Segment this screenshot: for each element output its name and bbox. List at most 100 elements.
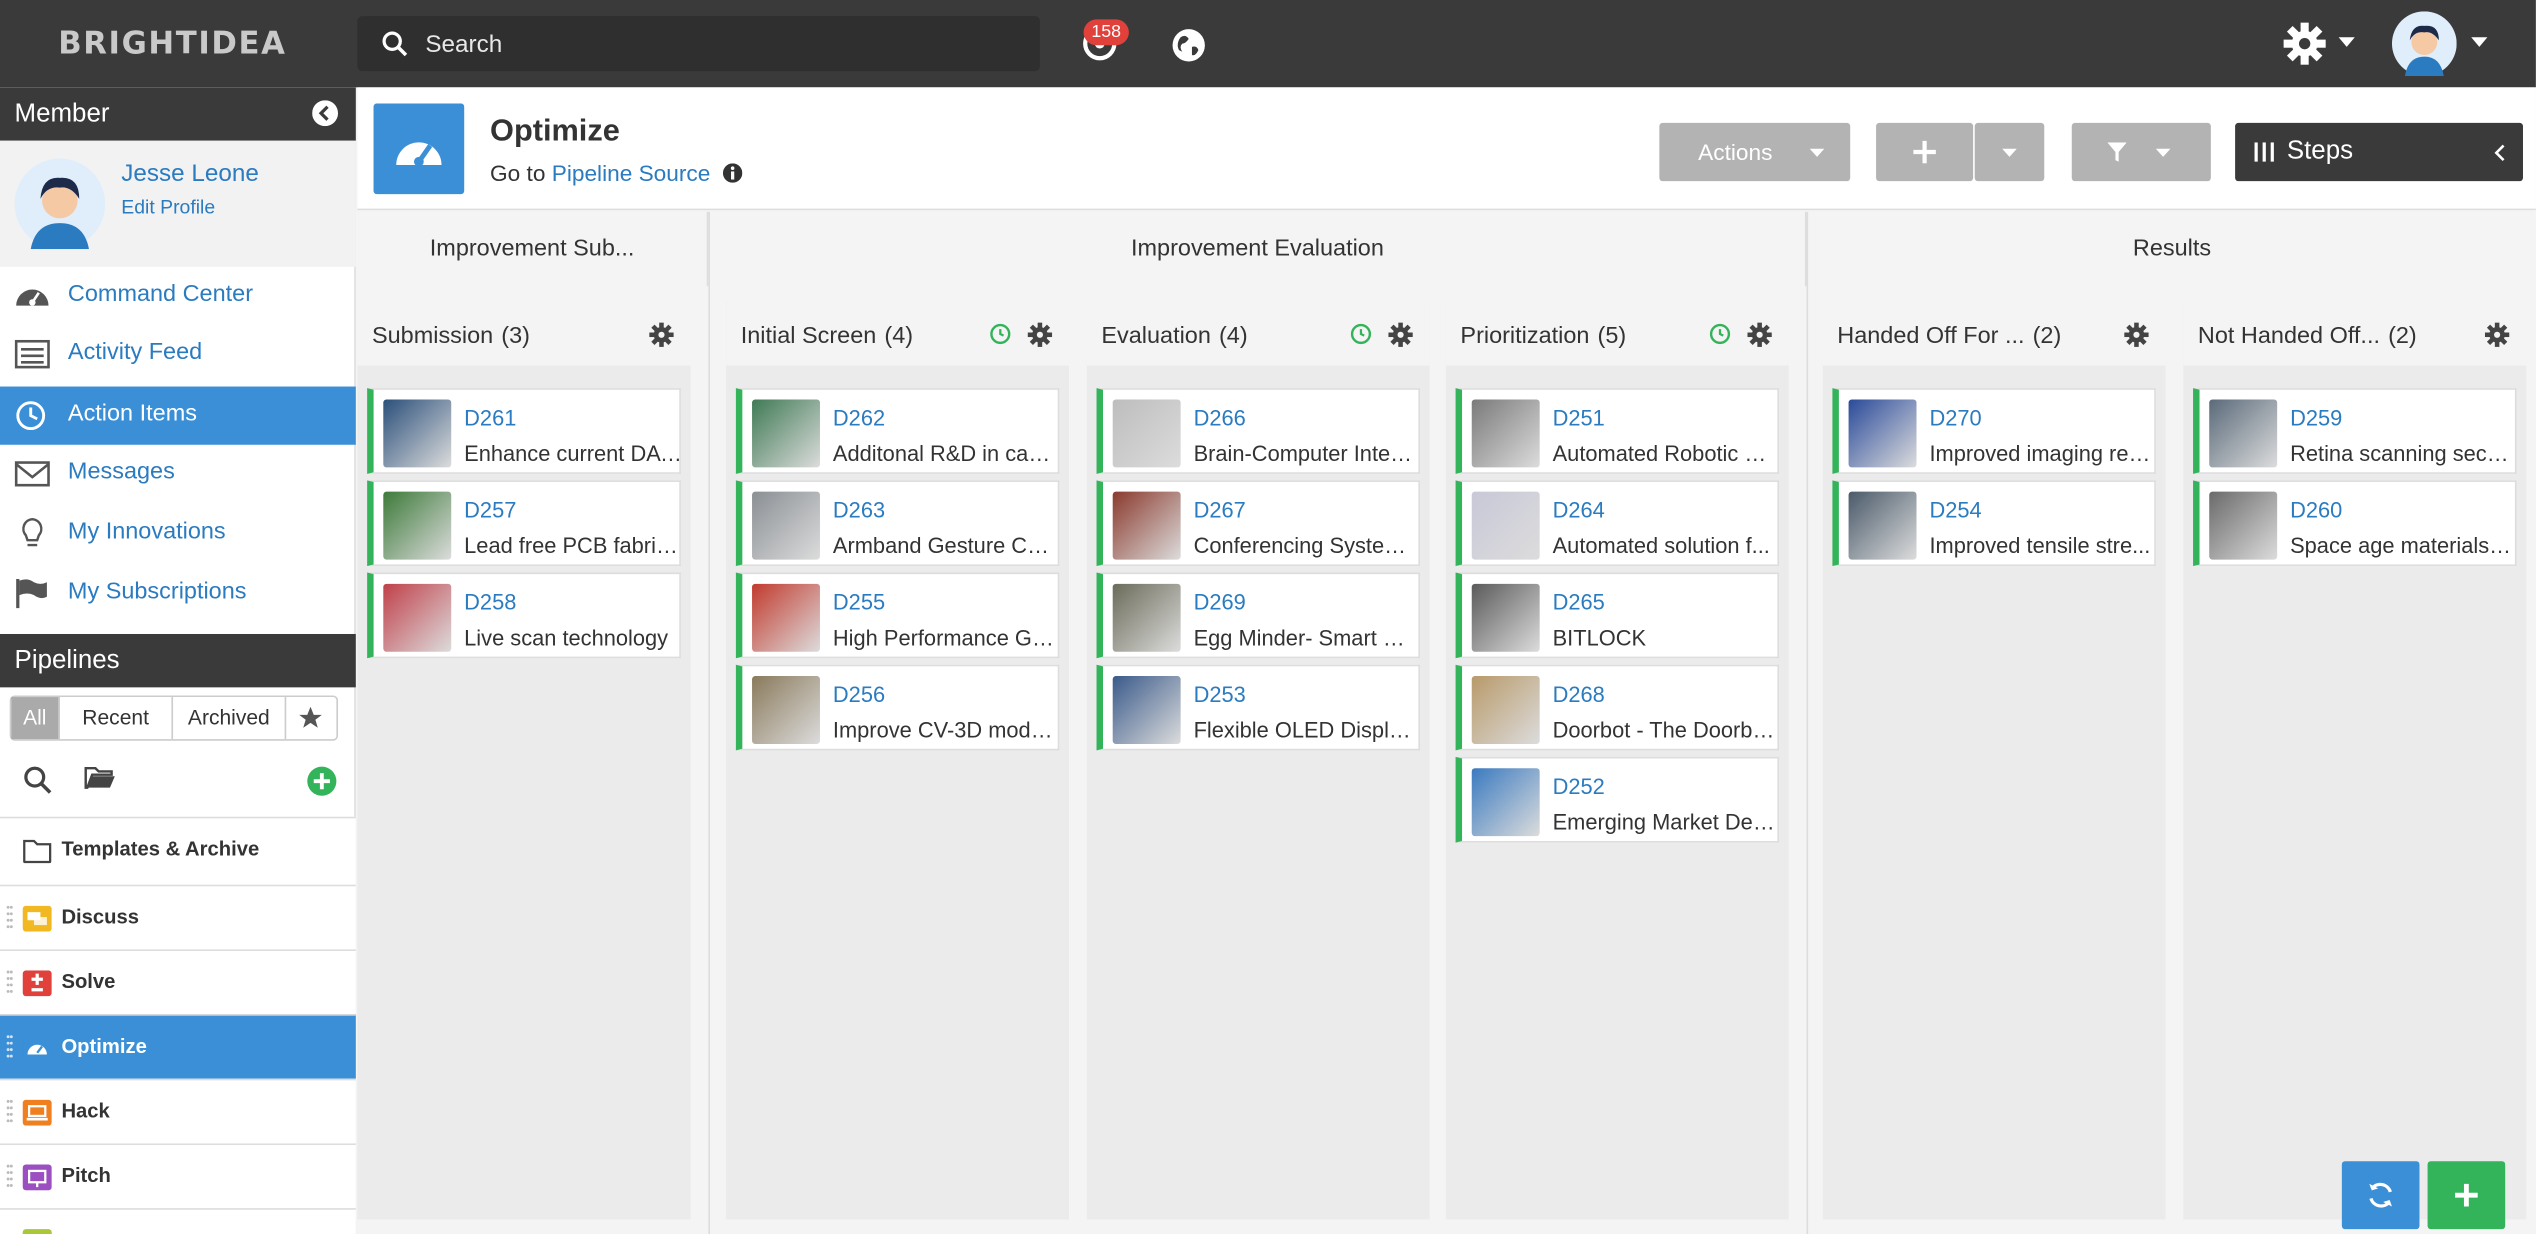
drag-handle-icon[interactable] (6, 904, 13, 933)
idea-card[interactable]: D255 High Performance GP... (735, 572, 1060, 659)
idea-card[interactable]: D257 Lead free PCB fabricat... (367, 480, 687, 567)
brightidea-logo[interactable]: BRIGHTIDEA (58, 26, 286, 62)
idea-card[interactable]: D264 Automated solution f... (1455, 480, 1780, 567)
refresh-button[interactable] (2341, 1161, 2420, 1230)
idea-card[interactable]: D269 Egg Minder- Smart Eg... (1096, 572, 1420, 659)
idea-code-link[interactable]: D261 (464, 406, 516, 430)
profile-avatar[interactable] (14, 158, 106, 250)
idea-code-link[interactable]: D254 (1929, 498, 1981, 522)
idea-card[interactable]: D267 Conferencing System ... (1096, 480, 1420, 567)
idea-code-link[interactable]: D267 (1194, 498, 1246, 522)
search-pipelines-icon[interactable] (23, 765, 52, 794)
pipeline-source-link[interactable]: Pipeline Source (552, 160, 711, 186)
idea-card[interactable]: D254 Improved tensile stre... (1832, 480, 2156, 567)
stage-timer-clock-icon[interactable] (1709, 323, 1731, 345)
idea-code-link[interactable]: D270 (1929, 406, 1981, 430)
idea-code-link[interactable]: D262 (833, 406, 885, 430)
idea-code-link[interactable]: D256 (833, 683, 885, 707)
search-input[interactable] (425, 25, 1024, 62)
pipeline-solve[interactable]: Solve (0, 949, 356, 1015)
idea-code-link[interactable]: D264 (1553, 498, 1605, 522)
column-settings-gear-icon[interactable] (649, 322, 675, 348)
idea-thumbnail (1112, 583, 1181, 652)
idea-card[interactable]: D258 Live scan technology (367, 572, 681, 659)
idea-card[interactable]: D253 Flexible OLED Displays (1096, 664, 1420, 751)
pipeline-column: Initial Screen (4) D262 Additonal R&D in ca… (726, 300, 1070, 1220)
idea-code-link[interactable]: D265 (1553, 590, 1605, 614)
add-idea-button[interactable] (2427, 1161, 2506, 1230)
pipeline-hack[interactable]: Hack (0, 1078, 356, 1144)
search-box[interactable] (357, 16, 1040, 72)
column-count: (4) (884, 323, 914, 350)
nav-my-innovations[interactable]: My Innovations (0, 505, 356, 563)
nav-my-subscriptions[interactable]: My Subscriptions (0, 564, 356, 622)
idea-card[interactable]: D256 Improve CV-3D model... (735, 664, 1060, 751)
pipeline-pitch[interactable]: Pitch (0, 1143, 356, 1209)
idea-code-link[interactable]: D263 (833, 498, 885, 522)
pipeline-next-partial[interactable] (0, 1208, 356, 1234)
stage-timer-clock-icon[interactable] (1350, 323, 1372, 345)
idea-code-link[interactable]: D251 (1553, 406, 1605, 430)
idea-code-link[interactable]: D269 (1194, 590, 1246, 614)
add-pipeline-icon[interactable] (306, 765, 338, 797)
pipeline-optimize[interactable]: Optimize (0, 1014, 356, 1079)
idea-card[interactable]: D260 Space age materials f... (2193, 480, 2517, 567)
pipeline-header: Optimize Go to Pipeline Source Actions S… (357, 87, 2536, 211)
column-settings-gear-icon[interactable] (1027, 322, 1053, 348)
idea-card[interactable]: D268 Doorbot - The Doorbe... (1455, 664, 1780, 751)
add-item-button[interactable] (1876, 122, 1974, 182)
user-menu-caret-icon[interactable] (2471, 36, 2488, 49)
idea-code-link[interactable]: D257 (464, 498, 516, 522)
info-icon[interactable] (723, 163, 743, 183)
nav-activity-feed[interactable]: Activity Feed (0, 325, 356, 383)
idea-code-link[interactable]: D259 (2290, 406, 2342, 430)
pipeline-column: Not Handed Off... (2) D259 Retina scanning … (2183, 300, 2527, 1220)
add-item-dropdown-button[interactable] (1974, 122, 2045, 182)
pipeline-discuss[interactable]: Discuss (0, 884, 356, 950)
globe-icon[interactable] (1171, 27, 1207, 63)
idea-code-link[interactable]: D260 (2290, 498, 2342, 522)
idea-card[interactable]: D262 Additonal R&D in carb... (735, 388, 1060, 474)
idea-card[interactable]: D270 Improved imaging res... (1832, 388, 2156, 474)
steps-button[interactable]: Steps (2235, 122, 2523, 182)
column-settings-gear-icon[interactable] (1747, 322, 1773, 348)
filter-button[interactable] (2071, 122, 2211, 182)
profile-name-link[interactable]: Jesse Leone (121, 160, 259, 187)
idea-card[interactable]: D263 Armband Gesture Con... (735, 480, 1060, 567)
edit-profile-link[interactable]: Edit Profile (121, 196, 215, 219)
nav-action-items[interactable]: Action Items (0, 386, 356, 445)
idea-card[interactable]: D259 Retina scanning security (2193, 388, 2517, 474)
user-avatar[interactable] (2391, 11, 2457, 77)
drag-handle-icon[interactable] (6, 969, 13, 998)
idea-card[interactable]: D252 Emerging Market Dev... (1455, 756, 1780, 843)
idea-code-link[interactable]: D253 (1194, 683, 1246, 707)
filter-favorites[interactable] (286, 697, 336, 739)
drag-handle-icon[interactable] (6, 1033, 13, 1062)
idea-card[interactable]: D251 Automated Robotic W... (1455, 388, 1780, 474)
idea-code-link[interactable]: D252 (1553, 775, 1605, 799)
nav-command-center[interactable]: Command Center (0, 267, 356, 325)
settings-caret-icon[interactable] (2338, 36, 2355, 49)
column-settings-gear-icon[interactable] (1388, 322, 1414, 348)
actions-button[interactable]: Actions (1659, 122, 1851, 182)
idea-code-link[interactable]: D255 (833, 590, 885, 614)
filter-recent[interactable]: Recent (60, 697, 174, 740)
idea-card[interactable]: D261 Enhance current DAW... (367, 388, 687, 474)
idea-code-link[interactable]: D266 (1194, 406, 1246, 430)
idea-card[interactable]: D265 BITLOCK (1455, 572, 1780, 659)
drag-handle-icon[interactable] (6, 1098, 13, 1127)
stage-timer-clock-icon[interactable] (990, 323, 1011, 345)
filter-archived[interactable]: Archived (173, 697, 287, 740)
idea-card[interactable]: D266 Brain-Computer Interf... (1096, 388, 1420, 474)
open-folder-icon[interactable] (84, 765, 116, 791)
drag-handle-icon[interactable] (6, 1163, 13, 1192)
collapse-sidebar-icon[interactable] (312, 100, 339, 127)
pipeline-templates-archive[interactable]: Templates & Archive (0, 816, 356, 885)
settings-gear-icon[interactable] (2280, 19, 2329, 68)
column-settings-gear-icon[interactable] (2484, 322, 2510, 348)
nav-messages[interactable]: Messages (0, 445, 356, 503)
column-settings-gear-icon[interactable] (2124, 322, 2150, 348)
idea-code-link[interactable]: D258 (464, 590, 516, 614)
idea-code-link[interactable]: D268 (1553, 683, 1605, 707)
filter-all[interactable]: All (11, 697, 60, 740)
